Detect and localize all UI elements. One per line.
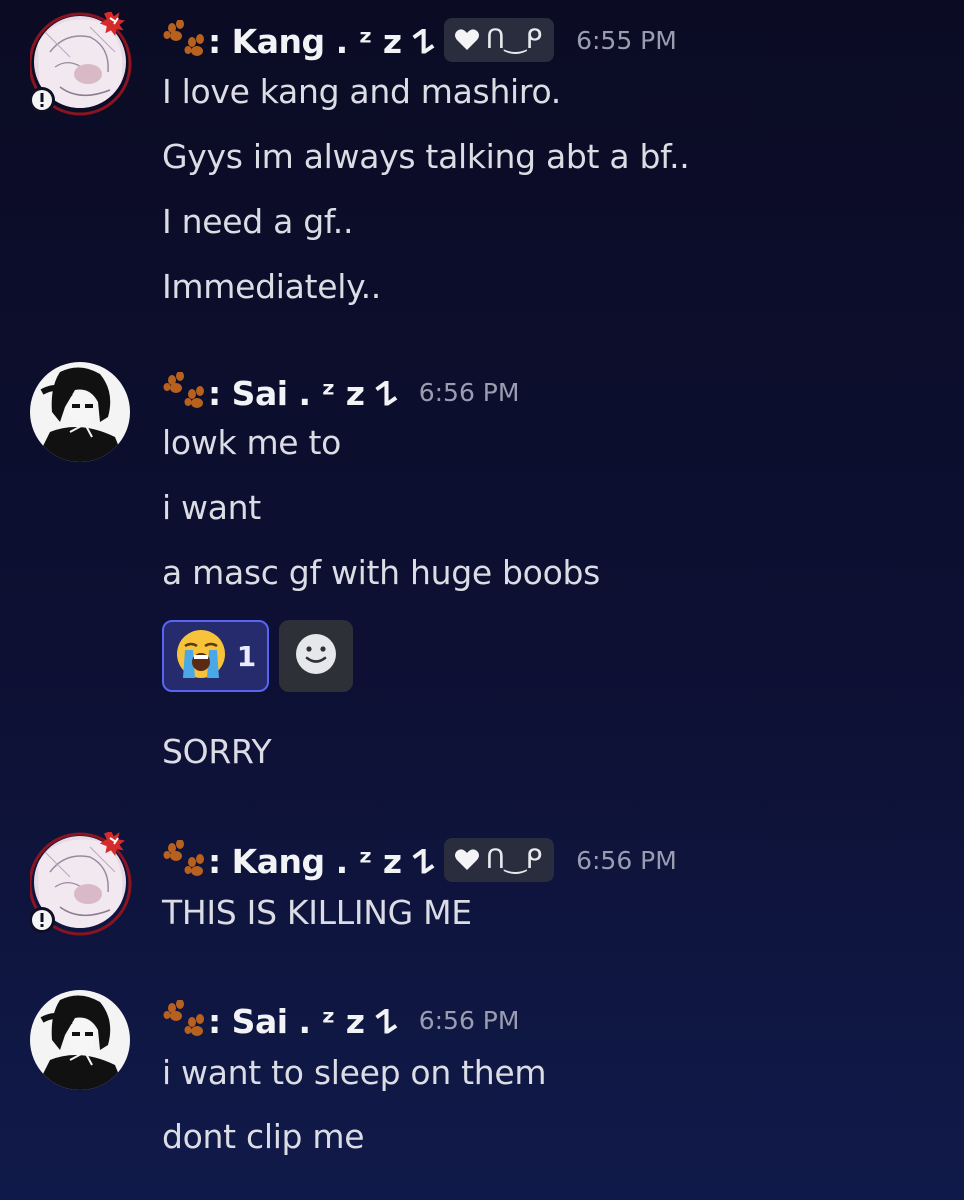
timestamp: 6:56 PM <box>418 377 520 407</box>
white-heart-icon <box>454 28 480 52</box>
avatar[interactable] <box>30 832 132 936</box>
reaction-bar: 1 <box>162 620 353 692</box>
paw-prints-icon <box>162 839 208 880</box>
message-text: I love kang and mashiro. <box>162 72 561 111</box>
white-heart-icon <box>454 848 480 872</box>
message-text: Immediately.. <box>162 267 381 306</box>
username[interactable]: : Sai . ᶻ z 𐰁 <box>208 998 397 1043</box>
kang-avatar-icon <box>30 12 132 116</box>
server-tag[interactable]: ᑎ‿ᑭ <box>443 18 555 62</box>
reaction-loudly-crying[interactable]: 1 <box>162 620 269 692</box>
message-text: THIS IS KILLING ME <box>162 893 472 932</box>
message-text: dont clip me <box>162 1117 365 1156</box>
timestamp: 6:56 PM <box>418 1005 520 1035</box>
message-header: : Kang . ᶻ z 𐰁 ᑎ‿ᑭ 6:55 PM <box>162 18 677 63</box>
paw-prints-icon <box>162 371 208 412</box>
avatar[interactable] <box>30 990 130 1090</box>
server-tag-text: ᑎ‿ᑭ <box>485 845 543 875</box>
sai-avatar-icon <box>30 362 130 462</box>
paw-prints-icon <box>162 999 208 1040</box>
sai-avatar-icon <box>30 990 130 1090</box>
username[interactable]: : Kang . ᶻ z 𐰁 <box>208 18 434 63</box>
smiley-icon <box>294 632 338 680</box>
paw-prints-icon <box>162 19 208 60</box>
message-header: : Kang . ᶻ z 𐰁 ᑎ‿ᑭ 6:56 PM <box>162 838 677 883</box>
username[interactable]: : Kang . ᶻ z 𐰁 <box>208 838 434 883</box>
message-header: : Sai . ᶻ z 𐰁 6:56 PM <box>162 370 520 415</box>
message-text: Gyys im always talking abt a bf.. <box>162 137 690 176</box>
message-text: a masc gf with huge boobs <box>162 553 601 592</box>
message-text: I need a gf.. <box>162 202 354 241</box>
loudly-crying-face-icon <box>175 628 227 684</box>
avatar[interactable] <box>30 12 132 116</box>
timestamp: 6:55 PM <box>576 25 677 55</box>
add-reaction-button[interactable] <box>279 620 353 692</box>
kang-avatar-icon <box>30 832 132 936</box>
message-text: lowk me to <box>162 423 342 462</box>
message-text: i want <box>162 488 261 527</box>
server-tag[interactable]: ᑎ‿ᑭ <box>443 838 555 882</box>
message-header: : Sai . ᶻ z 𐰁 6:56 PM <box>162 998 520 1043</box>
server-tag-text: ᑎ‿ᑭ <box>485 25 543 55</box>
message-text: SORRY <box>162 732 272 771</box>
username[interactable]: : Sai . ᶻ z 𐰁 <box>208 370 397 415</box>
message-text: i want to sleep on them <box>162 1053 547 1092</box>
timestamp: 6:56 PM <box>576 845 677 875</box>
reaction-count: 1 <box>236 639 257 673</box>
avatar[interactable] <box>30 362 130 462</box>
